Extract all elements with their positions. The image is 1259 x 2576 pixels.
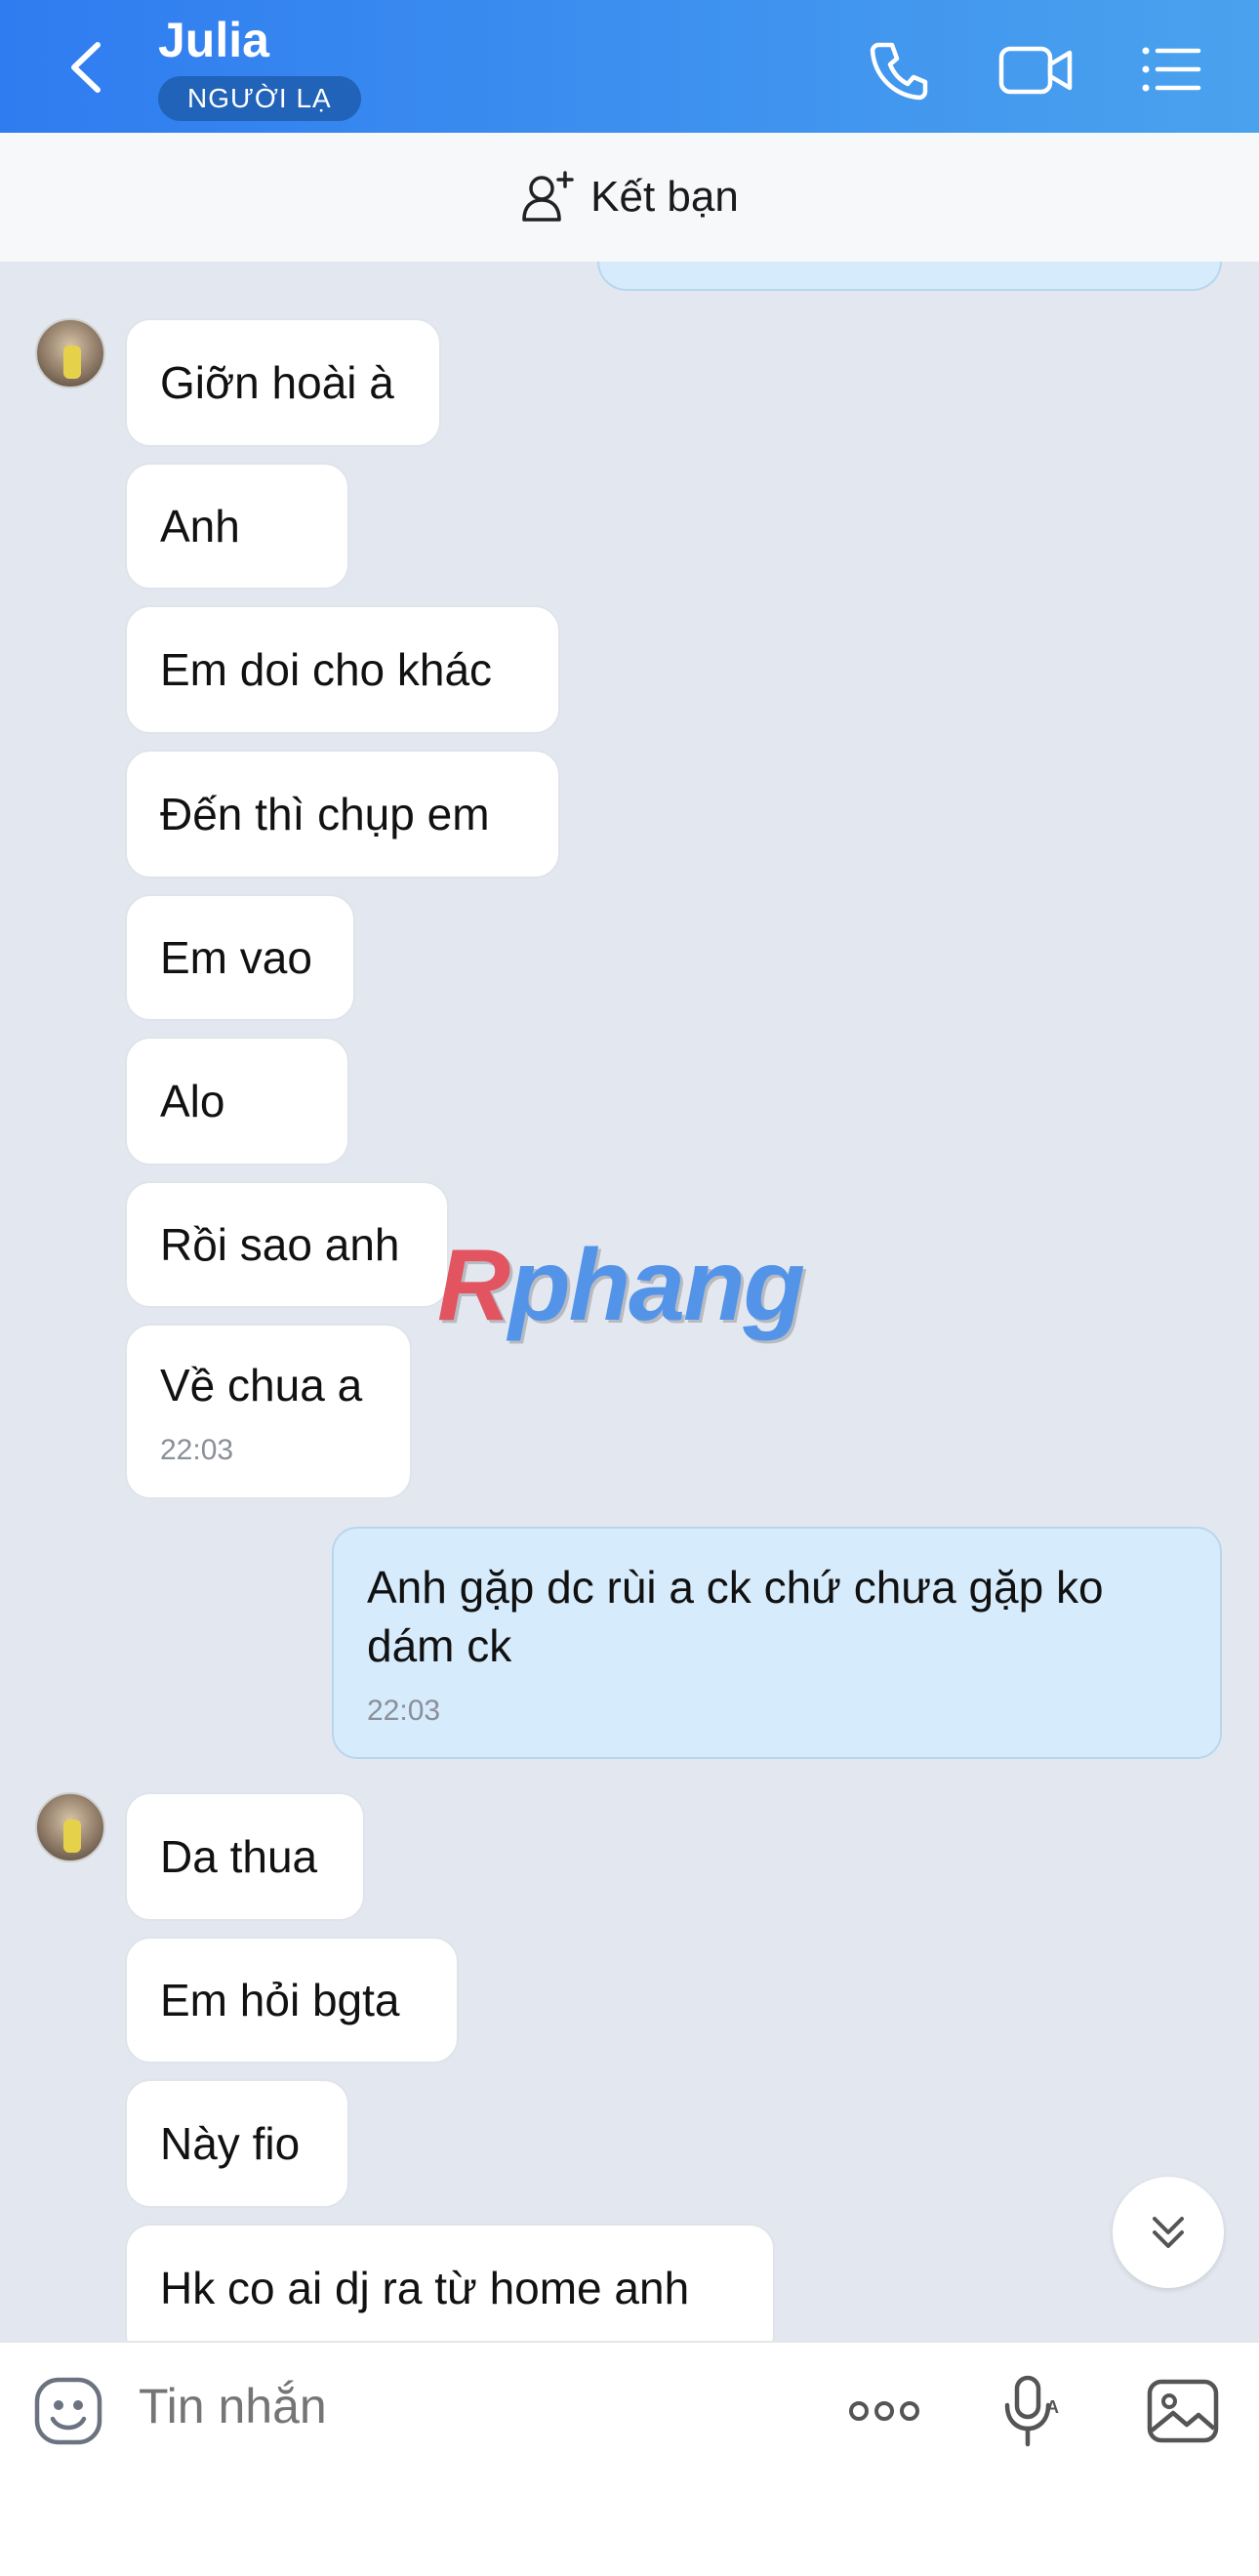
message-bubble[interactable]: Về chua a 22:03: [125, 1324, 412, 1499]
more-button[interactable]: [845, 2372, 923, 2450]
message-text: Anh gặp dc rùi a ck chứ chưa gặp ko dám …: [367, 1562, 1104, 1671]
call-button[interactable]: [865, 35, 933, 103]
voice-to-text-button[interactable]: A: [992, 2372, 1070, 2450]
message-text: Rồi sao anh: [160, 1219, 400, 1270]
image-icon: [1147, 2379, 1219, 2443]
message-time: 22:03: [160, 1434, 234, 1466]
video-icon: [998, 46, 1073, 95]
menu-list-icon: [1142, 47, 1201, 92]
message-bubble[interactable]: Alo: [125, 1037, 349, 1165]
message-text: Em hỏi bgta: [160, 1975, 400, 2025]
message-bubble[interactable]: Này fio: [125, 2079, 349, 2208]
message-bubble[interactable]: Đến thì chụp em: [125, 750, 560, 879]
message-bubble[interactable]: Giỡn hoài à: [125, 318, 441, 447]
message-text: Em vao: [160, 932, 312, 983]
options-button[interactable]: [1138, 35, 1206, 103]
emoji-button[interactable]: [29, 2372, 107, 2450]
message-text: Em doi cho khác: [160, 644, 493, 695]
back-icon: [71, 42, 101, 93]
message-text: Anh: [160, 501, 240, 552]
voice-icon: A: [1004, 2375, 1059, 2447]
add-friend-icon: [522, 171, 574, 222]
message-text: Giỡn hoài à: [160, 357, 394, 408]
message-bubble[interactable]: Em vao: [125, 894, 355, 1021]
contact-avatar[interactable]: [35, 1792, 105, 1862]
stranger-badge: NGƯỜI LẠ: [158, 76, 361, 121]
contact-avatar[interactable]: [35, 318, 105, 388]
back-button[interactable]: [57, 33, 115, 102]
message-text: Hk co ai dj ra từ home anh: [160, 2263, 690, 2313]
phone-icon: [870, 42, 928, 101]
message-time: 22:03: [367, 1695, 441, 1727]
message-bubble[interactable]: Em hỏi bgta: [125, 1937, 459, 2064]
message-text: Về chua a: [160, 1360, 363, 1411]
message-bubble[interactable]: Em doi cho khác: [125, 605, 560, 734]
message-bubble[interactable]: Anh: [125, 463, 349, 590]
message-text: Đến thì chụp em: [160, 789, 490, 839]
previous-message-bubble[interactable]: [597, 262, 1222, 291]
chat-header: Julia NGƯỜI LẠ: [0, 0, 1259, 133]
add-friend-bar: Kết bạn: [0, 133, 1259, 262]
video-call-button[interactable]: [997, 35, 1076, 103]
svg-text:A: A: [1046, 2397, 1059, 2417]
message-text: Alo: [160, 1076, 225, 1126]
contact-name[interactable]: Julia: [158, 12, 269, 68]
more-icon: [849, 2401, 919, 2421]
add-friend-label: Kết bạn: [590, 173, 739, 221]
image-button[interactable]: [1144, 2372, 1222, 2450]
message-input-bar: A: [0, 2341, 1259, 2576]
emoji-icon: [34, 2377, 102, 2445]
add-friend-button[interactable]: Kết bạn: [520, 169, 739, 225]
message-bubble[interactable]: Hk co ai dj ra từ home anh: [125, 2224, 775, 2341]
scroll-to-bottom-button[interactable]: [1113, 2177, 1224, 2288]
message-bubble[interactable]: Rồi sao anh: [125, 1181, 449, 1308]
message-text: Này fio: [160, 2118, 301, 2169]
message-bubble[interactable]: Da thua: [125, 1792, 365, 1921]
chevron-double-down-icon: [1153, 2217, 1184, 2248]
message-text: Da thua: [160, 1831, 318, 1882]
sent-message-bubble[interactable]: Anh gặp dc rùi a ck chứ chưa gặp ko dám …: [332, 1527, 1222, 1759]
message-input[interactable]: [139, 2378, 802, 2434]
watermark-logo: Rphang: [437, 1229, 805, 1342]
